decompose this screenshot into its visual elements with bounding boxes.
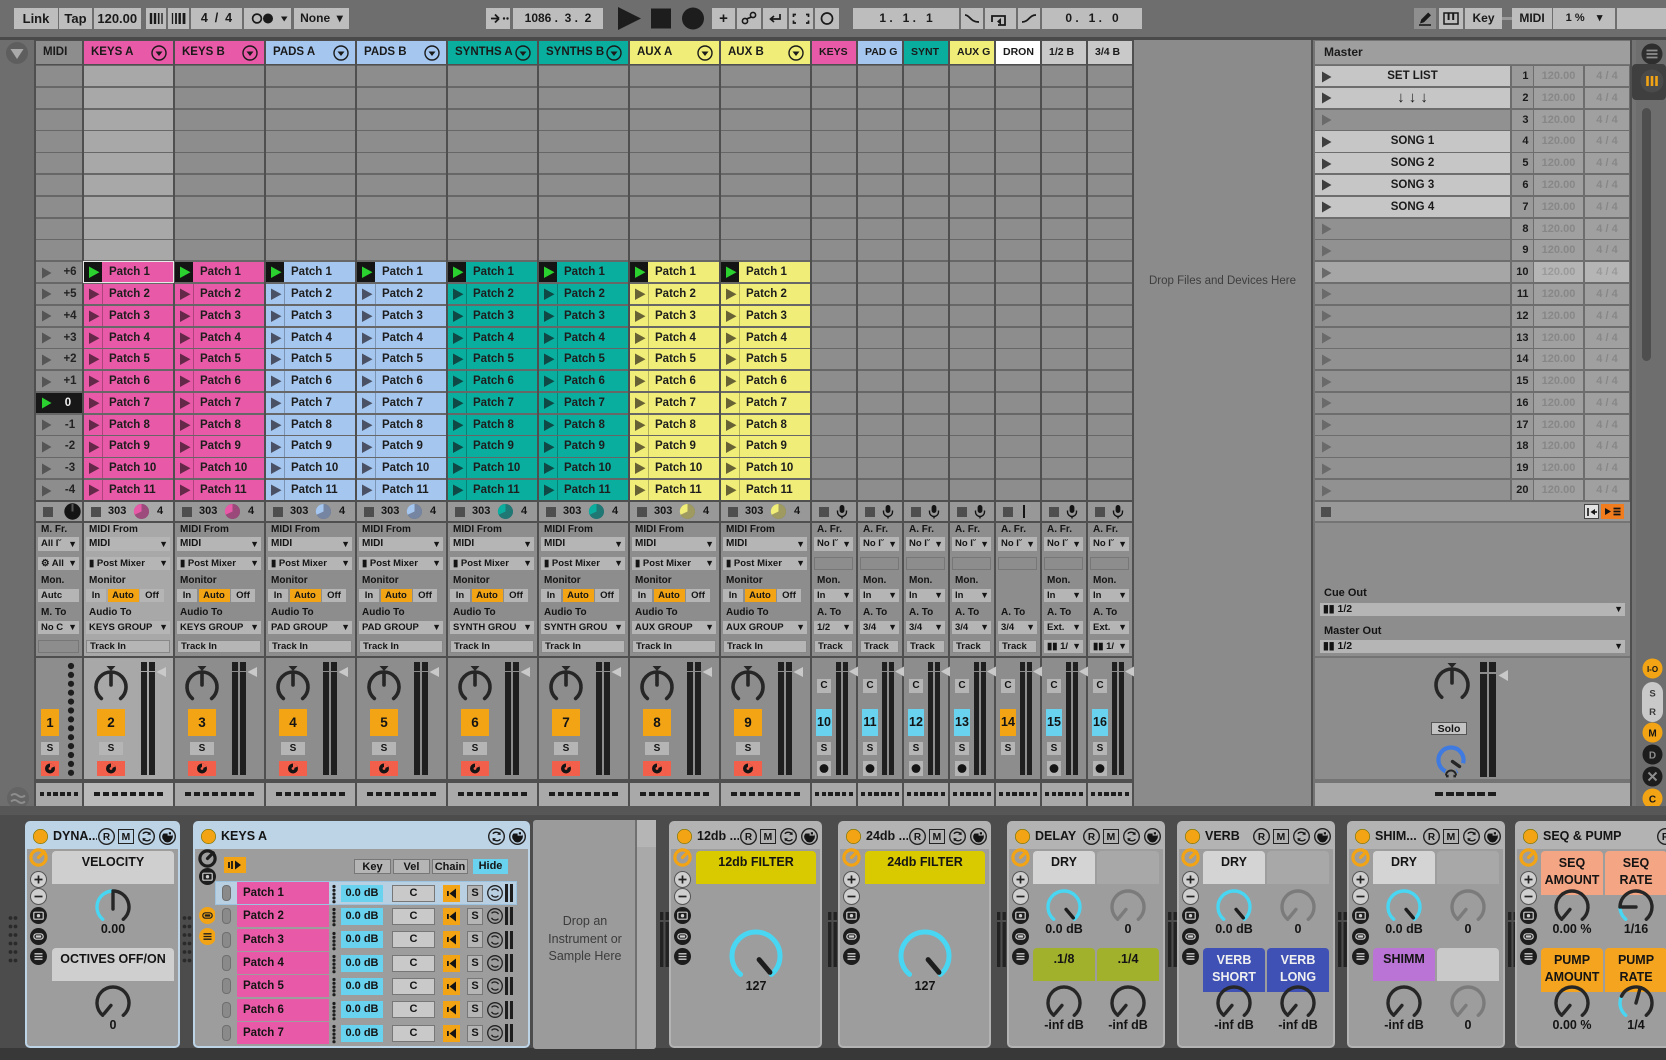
svg-text:M: M (1648, 729, 1656, 740)
svg-text:R: R (102, 832, 110, 843)
svg-text:R: R (1427, 832, 1435, 843)
svg-text:R: R (1649, 707, 1656, 718)
svg-text:R: R (1661, 832, 1666, 843)
svg-text:S: S (1649, 689, 1655, 700)
svg-text:I-O: I-O (1647, 665, 1658, 674)
svg-text:C: C (1649, 795, 1656, 806)
svg-text:R: R (913, 832, 921, 843)
svg-text:R: R (744, 832, 752, 843)
svg-text:D: D (1649, 751, 1656, 762)
svg-text:R: R (1257, 832, 1265, 843)
svg-text:R: R (1087, 832, 1095, 843)
